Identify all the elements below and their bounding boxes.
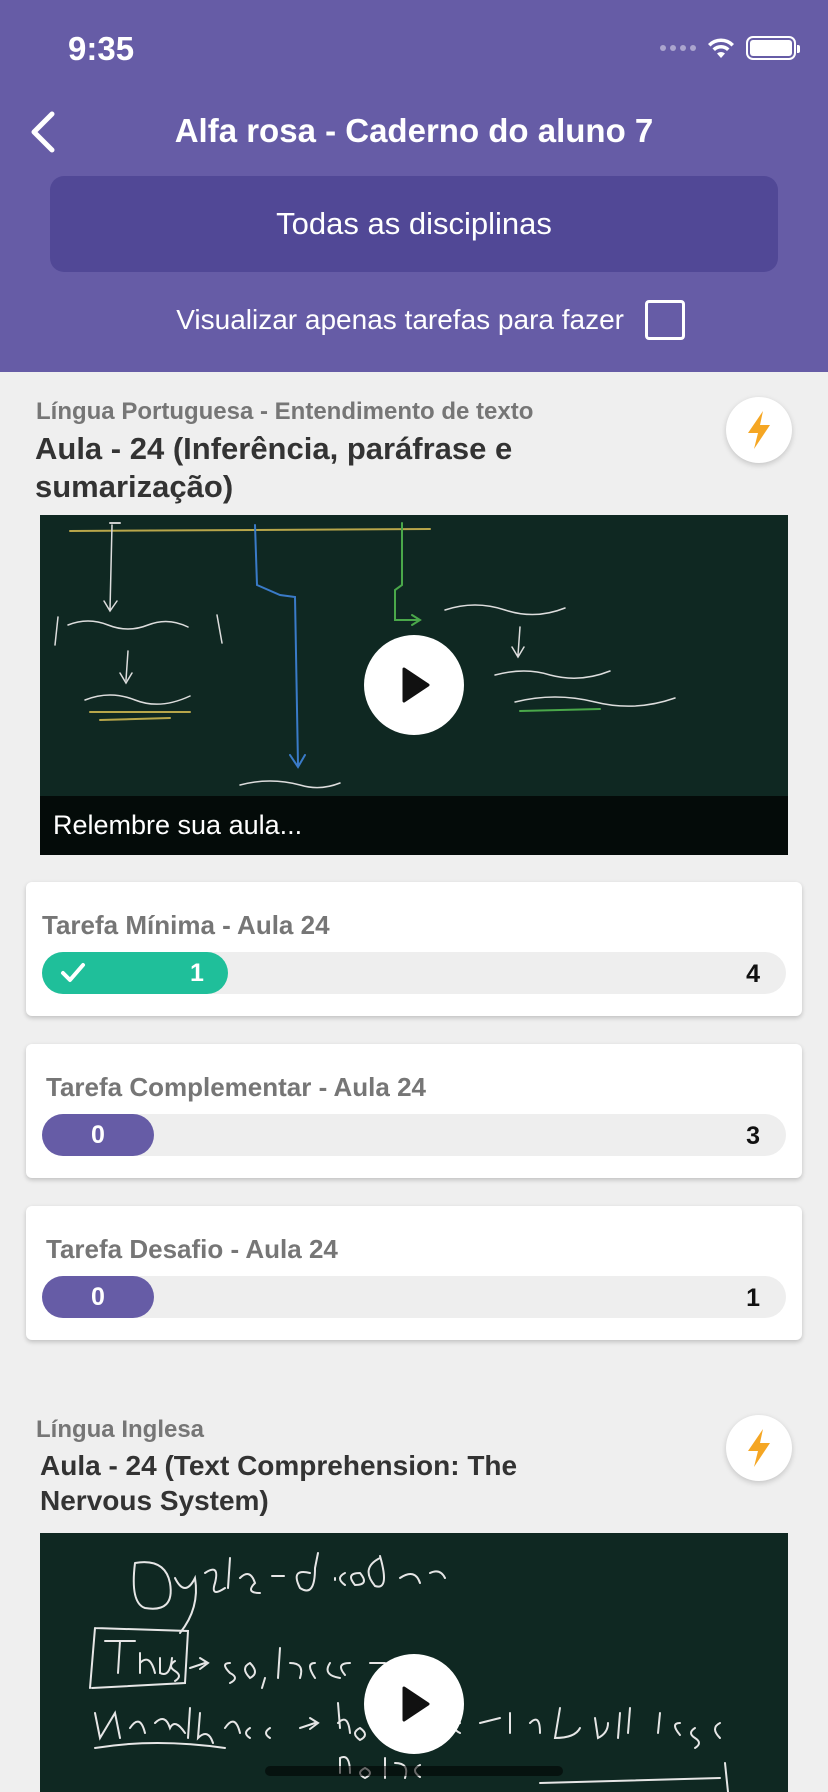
task-total-count: 3 xyxy=(746,1122,760,1150)
status-icons xyxy=(660,36,800,60)
task-progress-bar: 1 4 xyxy=(42,952,786,994)
disciplines-button[interactable]: Todas as disciplinas xyxy=(50,176,778,272)
task-done-count: 0 xyxy=(91,1120,105,1149)
task-title: Tarefa Desafio - Aula 24 xyxy=(46,1234,338,1264)
task-card-complementar[interactable]: Tarefa Complementar - Aula 24 0 3 xyxy=(26,1044,802,1178)
lesson-video[interactable]: Relembre sua aula... xyxy=(40,515,788,855)
task-title: Tarefa Complementar - Aula 24 xyxy=(46,1072,426,1102)
lesson-subject: Língua Inglesa xyxy=(36,1416,205,1443)
back-chevron-icon xyxy=(31,111,55,153)
lightning-icon xyxy=(748,411,770,449)
task-progress-fill: 0 xyxy=(42,1114,154,1156)
lesson-subject: Língua Portuguesa - Entendimento de text… xyxy=(36,398,534,425)
page-title: Alfa rosa - Caderno do aluno 7 xyxy=(174,112,654,149)
task-total-count: 1 xyxy=(746,1284,760,1312)
wifi-icon xyxy=(708,38,734,58)
task-progress-fill: 1 xyxy=(42,952,228,994)
filter-checkbox[interactable] xyxy=(645,300,685,340)
lesson-title: Aula - 24 (Text Comprehension: The Nervo… xyxy=(40,1450,518,1516)
battery-icon xyxy=(746,36,800,60)
home-indicator[interactable] xyxy=(265,1766,563,1776)
task-done-count: 0 xyxy=(91,1282,105,1311)
filter-label: Visualizar apenas tarefas para fazer xyxy=(176,304,624,335)
play-button[interactable] xyxy=(364,1654,464,1754)
lightning-button[interactable] xyxy=(726,1415,792,1481)
play-icon xyxy=(402,667,430,703)
task-title: Tarefa Mínima - Aula 24 xyxy=(42,910,330,940)
task-progress-bar: 0 1 xyxy=(42,1276,786,1318)
check-icon xyxy=(61,963,85,982)
task-progress-bar: 0 3 xyxy=(42,1114,786,1156)
play-button[interactable] xyxy=(364,635,464,735)
lesson-title: Aula - 24 (Inferência, paráfrase e sumar… xyxy=(35,431,513,504)
play-icon xyxy=(402,1686,430,1722)
signal-icon xyxy=(660,45,696,51)
task-progress-fill: 0 xyxy=(42,1276,154,1318)
status-time: 9:35 xyxy=(68,30,135,67)
video-caption: Relembre sua aula... xyxy=(40,796,788,855)
task-total-count: 4 xyxy=(746,960,760,988)
task-card-minima[interactable]: Tarefa Mínima - Aula 24 1 4 xyxy=(26,882,802,1016)
task-card-desafio[interactable]: Tarefa Desafio - Aula 24 0 1 xyxy=(26,1206,802,1340)
lightning-icon xyxy=(748,1429,770,1467)
lightning-button[interactable] xyxy=(726,397,792,463)
header: 9:35 Alfa rosa - Caderno do aluno 7 Toda… xyxy=(0,0,828,372)
lesson-video[interactable] xyxy=(40,1533,788,1792)
back-button[interactable] xyxy=(22,106,66,158)
task-done-count: 1 xyxy=(190,958,204,987)
